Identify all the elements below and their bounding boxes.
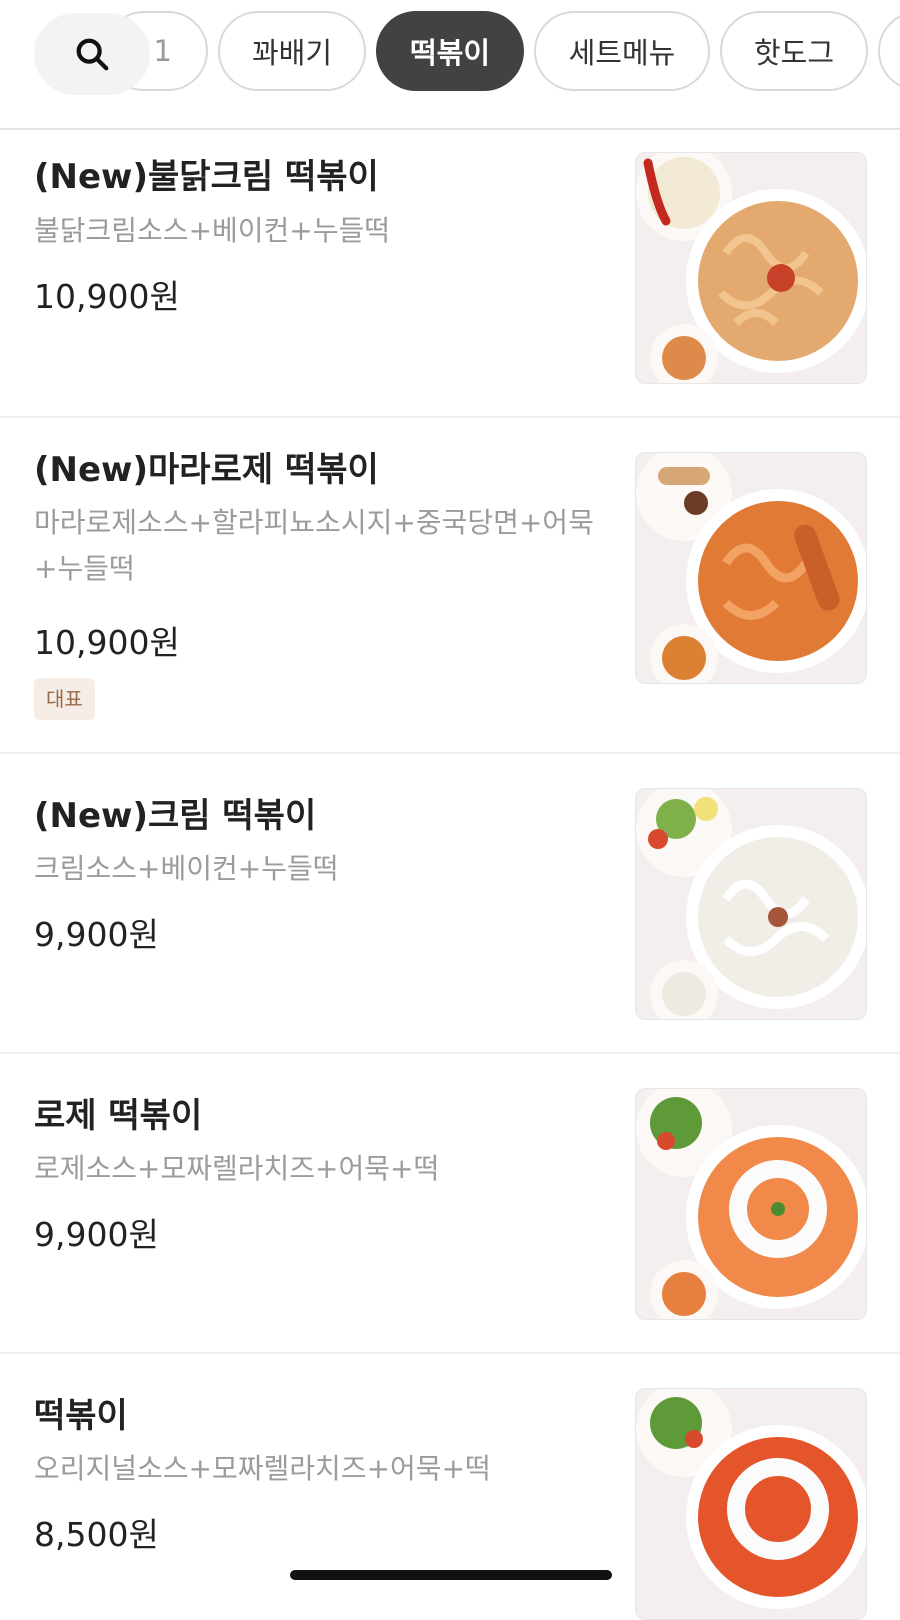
category-bar: 1 꽈배기 떡볶이 세트메뉴 핫도그 xyxy=(0,0,900,130)
menu-item-price: 9,900원 xyxy=(34,1215,159,1254)
category-chip-partial-label: 1 xyxy=(153,34,172,68)
menu-item[interactable]: (New)불닭크림 떡볶이 불닭크림소스+베이컨+누들떡 10,900원 xyxy=(0,128,900,418)
menu-item[interactable]: (New)크림 떡볶이 크림소스+베이컨+누들떡 9,900원 xyxy=(0,754,900,1054)
menu-item[interactable]: 로제 떡볶이 로제소스+모짜렐라치즈+어묵+떡 9,900원 xyxy=(0,1054,900,1354)
menu-item-description: 로제소스+모짜렐라치즈+어묵+떡 xyxy=(34,1152,440,1185)
menu-item-price: 8,500원 xyxy=(34,1515,159,1554)
category-chip-set-menu[interactable]: 세트메뉴 xyxy=(534,11,710,91)
menu-item-price: 9,900원 xyxy=(34,915,159,954)
menu-item-name: 로제 떡볶이 xyxy=(34,1096,203,1136)
menu-item-photo xyxy=(635,452,867,684)
menu-item-photo xyxy=(635,1388,867,1620)
search-icon xyxy=(76,38,109,71)
menu-item-name: (New)크림 떡볶이 xyxy=(34,796,317,836)
menu-item-name: (New)불닭크림 떡볶이 xyxy=(34,157,379,197)
home-indicator xyxy=(290,1570,612,1580)
menu-item-price: 10,900원 xyxy=(34,277,180,316)
menu-item-price: 10,900원 xyxy=(34,623,180,662)
category-chip-kkwabaegi[interactable]: 꽈배기 xyxy=(218,11,366,91)
category-chip-hotdog[interactable]: 핫도그 xyxy=(720,11,868,91)
menu-item-photo xyxy=(635,152,867,384)
menu-item[interactable]: (New)마라로제 떡볶이 마라로제소스+할라피뇨소시지+중국당면+어묵+누들떡… xyxy=(0,418,900,754)
menu-item-description: 크림소스+베이컨+누들떡 xyxy=(34,852,339,885)
menu-item-description: 불닭크림소스+베이컨+누들떡 xyxy=(34,214,391,247)
signature-badge: 대표 xyxy=(34,678,95,720)
category-chip-label: 핫도그 xyxy=(753,36,835,70)
menu-item-name: 떡볶이 xyxy=(34,1396,128,1436)
menu-item-description: 오리지널소스+모짜렐라치즈+어묵+떡 xyxy=(34,1452,491,1485)
category-chip-label: 세트메뉴 xyxy=(568,36,676,70)
category-chip-tteokbokki[interactable]: 떡볶이 xyxy=(376,11,524,91)
category-chip-label: 떡볶이 xyxy=(409,36,491,70)
search-button[interactable] xyxy=(34,13,150,95)
menu-item-photo xyxy=(635,1088,867,1320)
menu-item-name: (New)마라로제 떡볶이 xyxy=(34,450,379,490)
menu-item-description: 마라로제소스+할라피뇨소시지+중국당면+어묵+누들떡 xyxy=(34,506,594,585)
category-chip-overflow[interactable] xyxy=(878,11,900,91)
menu-item-photo xyxy=(635,788,867,1020)
category-chip-label: 꽈배기 xyxy=(251,36,333,70)
